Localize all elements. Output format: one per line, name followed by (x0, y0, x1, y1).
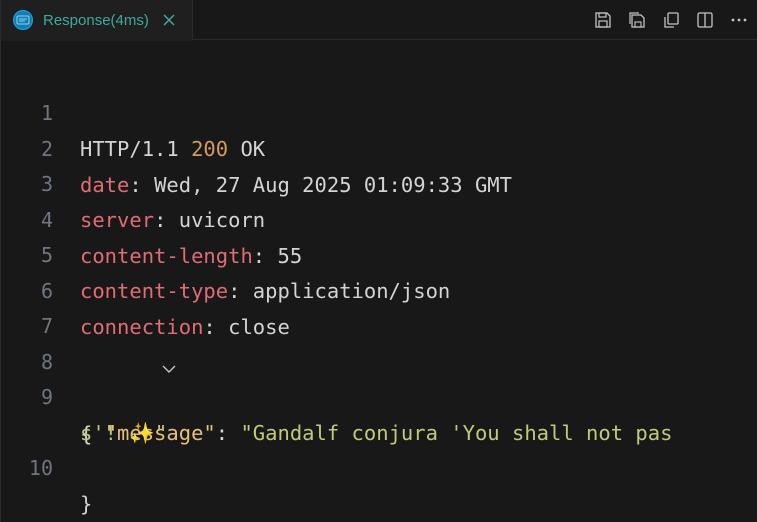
code-line: 5 content-type: application/json (1, 201, 757, 303)
code-line: 7 (1, 272, 757, 338)
line-number: 10 (28, 456, 53, 480)
save-all-icon[interactable] (626, 9, 648, 31)
code-line: 6 connection: close (1, 237, 757, 339)
close-icon[interactable] (161, 12, 177, 28)
code-line: 1 HTTP/1.1 200 OK (1, 59, 757, 161)
more-icon[interactable] (728, 9, 750, 31)
tab-label: Response(4ms) (43, 11, 149, 29)
tab-bar: Response(4ms) (1, 0, 757, 41)
code-line: 4 content-length: 55 (1, 166, 757, 268)
code-line: 10 } (1, 414, 757, 516)
response-editor[interactable]: 1 HTTP/1.1 200 OK 2 date: Wed, 27 Aug 20… (1, 41, 757, 522)
copy-icon[interactable] (660, 9, 682, 31)
code-line: 9 "message": "Gandalf conjura 'You shall… (1, 343, 757, 445)
tab-response[interactable]: Response(4ms) (1, 0, 193, 41)
split-editor-icon[interactable] (694, 9, 716, 31)
code-line: 2 date: Wed, 27 Aug 2025 01:09:33 GMT (1, 95, 757, 197)
editor-actions (580, 0, 750, 40)
close-brace: } (80, 492, 93, 516)
chevron-down-icon[interactable] (61, 317, 176, 373)
code-line: 8 { (1, 308, 757, 446)
save-icon[interactable] (592, 9, 614, 31)
rest-client-icon (13, 10, 33, 30)
response-panel: Response(4ms) 1 HTTP/1.1 200 OK 2 date: … (0, 0, 757, 522)
code-line-wrapped: s'! ✨" (1, 379, 757, 445)
code-line: 3 server: uvicorn (1, 130, 757, 232)
